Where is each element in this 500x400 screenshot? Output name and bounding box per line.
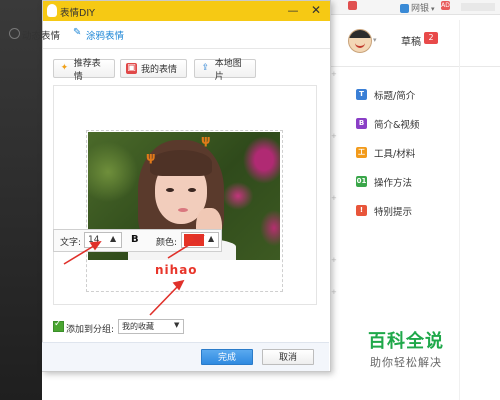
photo-bangs — [150, 150, 212, 176]
upload-icon: ⇪ — [201, 63, 210, 73]
top-nav-placeholder — [461, 3, 495, 11]
text-icon: T — [356, 89, 367, 100]
bag-icon: ▣ — [126, 63, 137, 74]
warning-icon: ! — [356, 205, 367, 216]
cancel-button[interactable]: 取消 — [262, 349, 314, 365]
ad-icon: AD — [441, 1, 450, 10]
close-icon[interactable]: ✕ — [308, 3, 324, 18]
smiley-icon — [9, 28, 20, 39]
editor-plus-markers: + + + + + — [331, 70, 337, 296]
top-nav-item[interactable] — [348, 1, 359, 11]
brush-icon: ✎ — [73, 27, 82, 38]
tip-item-title[interactable]: T 标题/简介 — [356, 80, 460, 109]
recommended-emoji-button[interactable]: ✦ 推荐表情 — [53, 59, 115, 82]
button-label: 推荐表情 — [73, 58, 101, 82]
photo-eye — [166, 188, 174, 192]
tools-icon: 工 — [356, 147, 367, 158]
tip-label: 特别提示 — [374, 206, 413, 218]
tip-label: 简介&视频 — [374, 119, 420, 131]
draft-label[interactable]: 草稿 — [401, 33, 421, 48]
tab-doodle-emoji[interactable]: 涂鸦表情 — [86, 28, 124, 42]
photo-eye — [188, 188, 196, 192]
color-label: 颜色: — [156, 238, 178, 248]
tip-item-tools[interactable]: 工 工具/材料 — [356, 138, 460, 167]
top-nav-bank-label: 网银 — [411, 4, 430, 14]
group-select-value: 我的收藏 — [122, 322, 154, 331]
text-size-label: 文字: — [60, 238, 82, 248]
button-label: 我的表情 — [141, 65, 178, 75]
photo-lips — [178, 208, 188, 212]
top-nav-bank[interactable]: 网银 ▾ — [400, 1, 435, 14]
tip-label: 工具/材料 — [374, 148, 416, 160]
top-nav-ad[interactable]: AD — [441, 1, 452, 11]
minimize-icon[interactable]: — — [285, 3, 301, 18]
draft-count-badge: 2 — [424, 32, 438, 44]
avatar[interactable] — [348, 29, 372, 53]
chevron-down-icon: ▾ — [431, 5, 435, 13]
divider — [328, 66, 500, 67]
tip-item-steps[interactable]: 01 操作方法 — [356, 167, 460, 196]
deer-antler-sticker: ψ — [201, 133, 211, 147]
font-size-value: 14 — [88, 235, 100, 245]
app-logo-icon — [47, 4, 57, 17]
tip-item-notice[interactable]: ! 特别提示 — [356, 196, 460, 225]
tip-label: 标题/简介 — [374, 90, 416, 102]
add-to-group-checkbox[interactable] — [53, 319, 64, 332]
bold-button[interactable]: B — [131, 234, 139, 245]
watermark-slogan: 助你轻松解决 — [370, 356, 442, 369]
add-to-group-label: 添加到分组: — [66, 325, 115, 335]
app-icon — [348, 1, 357, 10]
done-button[interactable]: 完成 — [201, 349, 253, 365]
watermark-logo: 百科全说 — [368, 331, 444, 352]
dialog-title: 表情DIY — [60, 8, 95, 19]
background-window-strip — [0, 0, 42, 400]
my-emoji-button[interactable]: ▣ 我的表情 — [120, 59, 187, 78]
tip-item-intro[interactable]: B 简介&视频 — [356, 109, 460, 138]
tip-label: 操作方法 — [374, 177, 413, 189]
local-image-button[interactable]: ⇪ 本地图片 — [194, 59, 256, 82]
video-icon: B — [356, 118, 367, 129]
bank-icon — [400, 4, 409, 13]
chevron-down-icon[interactable]: ▾ — [373, 36, 377, 44]
chevron-down-icon[interactable]: ▼ — [174, 321, 179, 329]
tips-panel: T 标题/简介 B 简介&视频 工 工具/材料 01 操作方法 ! 特别提示 — [356, 80, 460, 225]
steps-icon: 01 — [356, 176, 367, 187]
overlay-caption-text[interactable]: nihao — [155, 263, 198, 277]
deer-antler-sticker: ψ — [146, 150, 156, 164]
wand-icon: ✦ — [60, 63, 69, 73]
tab-animated-emoji[interactable]: 动态表情 — [22, 28, 60, 42]
color-swatch[interactable] — [184, 234, 204, 246]
caret-up-icon[interactable]: ▲ — [208, 234, 214, 243]
button-label: 本地图片 — [214, 58, 242, 82]
caret-up-icon[interactable]: ▲ — [110, 234, 116, 243]
